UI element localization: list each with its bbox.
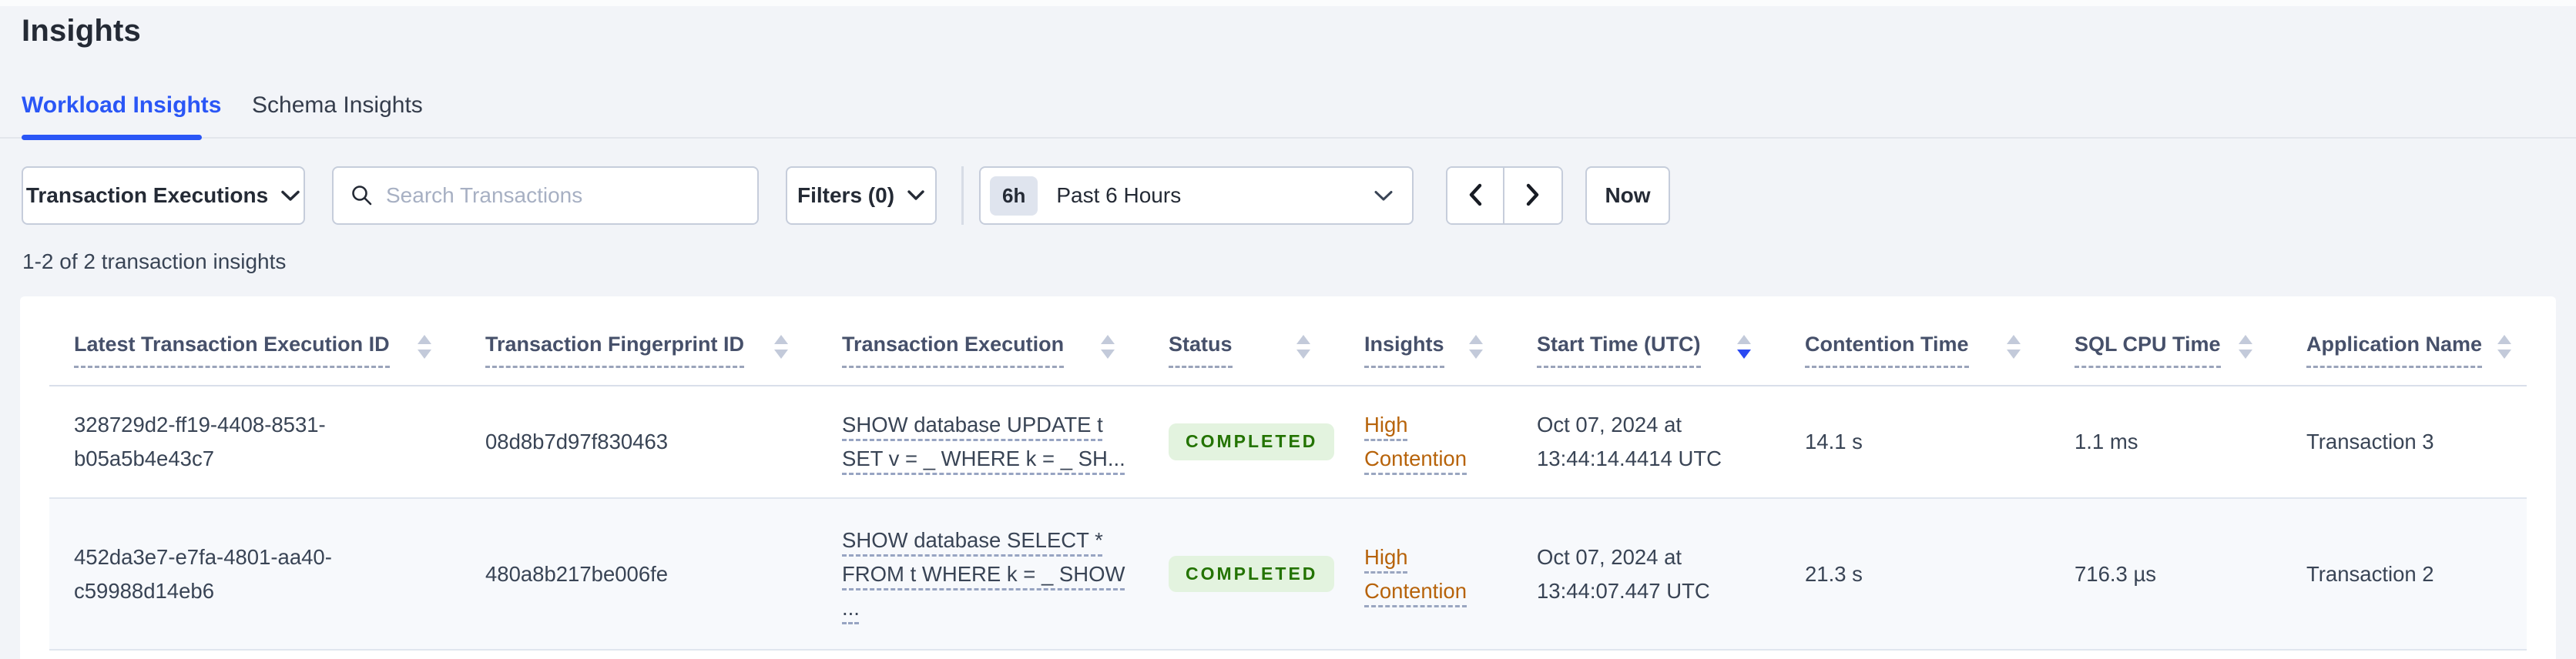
high-contention-link[interactable]: High Contention <box>1364 540 1489 608</box>
sort-icon <box>1281 335 1310 368</box>
search-input[interactable] <box>386 183 740 208</box>
results-summary: 1-2 of 2 transaction insights <box>22 249 287 273</box>
top-strip <box>0 0 2576 6</box>
search-box <box>332 166 759 225</box>
column-header-application-name[interactable]: Application Name <box>2282 296 2541 385</box>
chevron-down-icon <box>907 189 925 202</box>
previous-time-range-button[interactable] <box>1447 168 1504 223</box>
sort-icon <box>1454 335 1483 368</box>
chevron-down-icon <box>1374 189 1394 202</box>
sql-cpu-time-cell: 716.3 µs <box>2075 561 2157 586</box>
sort-icon <box>759 335 788 368</box>
chevron-left-icon <box>1467 182 1484 209</box>
now-button-label: Now <box>1605 183 1651 207</box>
filters-dropdown-label: Filters (0) <box>797 183 895 207</box>
application-name-cell: Transaction 2 <box>2306 561 2434 586</box>
time-range-badge: 6h <box>990 176 1038 216</box>
column-header-transaction-execution[interactable]: Transaction Execution <box>817 296 1144 385</box>
contention-time-cell: 14.1 s <box>1805 430 1863 453</box>
sort-icon <box>2223 335 2252 368</box>
column-header-insights[interactable]: Insights <box>1340 296 1512 385</box>
sql-cpu-time-cell: 1.1 ms <box>2075 430 2138 453</box>
next-time-range-button[interactable] <box>1504 168 1561 223</box>
high-contention-link[interactable]: High Contention <box>1364 408 1489 476</box>
fingerprint-id-cell: 08d8b7d97f830463 <box>485 430 669 453</box>
execution-id-cell: 452da3e7-e7fa-4801-aa40-c59988d14eb6 <box>74 544 332 603</box>
toolbar-divider <box>961 166 964 225</box>
active-tab-indicator <box>22 135 202 140</box>
sort-icon-active-desc <box>1722 335 1751 368</box>
column-header-latest-transaction-execution-id[interactable]: Latest Transaction Execution ID <box>49 296 461 385</box>
column-header-start-time[interactable]: Start Time (UTC) <box>1512 296 1780 385</box>
tab-bar-divider <box>0 137 2576 139</box>
now-button[interactable]: Now <box>1585 166 1670 225</box>
table-header-row: Latest Transaction Execution ID Transact… <box>49 296 2527 386</box>
table-row: 328729d2-ff19-4408-8531-b05a5b4e43c7 08d… <box>49 386 2527 499</box>
transaction-execution-link[interactable]: SHOW database SELECT * FROM t WHERE k = … <box>817 499 1144 649</box>
insight-type-dropdown-label: Transaction Executions <box>25 183 269 207</box>
insight-type-dropdown[interactable]: Transaction Executions <box>22 166 305 225</box>
sort-icon <box>402 335 431 368</box>
contention-time-cell: 21.3 s <box>1805 561 1863 586</box>
page-title: Insights <box>22 14 141 48</box>
toolbar: Transaction Executions Filters (0) 6h Pa… <box>0 166 2576 225</box>
start-time-cell: Oct 07, 2024 at 13:44:14.4414 UTC <box>1537 413 1722 470</box>
tab-bar: Workload Insights Schema Insights <box>0 85 2576 140</box>
start-time-cell: Oct 07, 2024 at 13:44:07.447 UTC <box>1537 544 1710 603</box>
insights-table-panel: Latest Transaction Execution ID Transact… <box>20 296 2556 659</box>
column-header-contention-time[interactable]: Contention Time <box>1780 296 2050 385</box>
search-icon <box>351 184 374 207</box>
insights-cell: High Contention <box>1340 386 1512 497</box>
sort-icon <box>2482 335 2512 368</box>
tab-schema-insights[interactable]: Schema Insights <box>252 92 423 119</box>
fingerprint-id-cell: 480a8b217be006fe <box>485 561 669 586</box>
execution-id-cell: 328729d2-ff19-4408-8531-b05a5b4e43c7 <box>74 413 326 470</box>
time-range-label: Past 6 Hours <box>1056 183 1182 207</box>
filters-dropdown[interactable]: Filters (0) <box>786 166 937 225</box>
status-cell: COMPLETED <box>1144 499 1340 649</box>
column-header-transaction-fingerprint-id[interactable]: Transaction Fingerprint ID <box>461 296 817 385</box>
tab-workload-insights[interactable]: Workload Insights <box>22 92 221 119</box>
application-name-cell: Transaction 3 <box>2306 430 2434 453</box>
column-header-status[interactable]: Status <box>1144 296 1340 385</box>
time-range-dropdown[interactable]: 6h Past 6 Hours <box>979 166 1414 225</box>
chevron-right-icon <box>1524 182 1541 209</box>
time-range-pager <box>1446 166 1563 225</box>
status-badge: COMPLETED <box>1169 555 1335 593</box>
status-cell: COMPLETED <box>1144 386 1340 497</box>
table-row: 452da3e7-e7fa-4801-aa40-c59988d14eb6 480… <box>49 499 2527 651</box>
column-header-sql-cpu-time[interactable]: SQL CPU Time <box>2050 296 2282 385</box>
status-badge: COMPLETED <box>1169 423 1335 460</box>
sort-icon <box>1991 335 2021 368</box>
transaction-execution-link[interactable]: SHOW database UPDATE t SET v = _ WHERE k… <box>817 386 1144 497</box>
chevron-down-icon <box>280 189 300 202</box>
insights-cell: High Contention <box>1340 499 1512 649</box>
sort-icon <box>1085 335 1115 368</box>
